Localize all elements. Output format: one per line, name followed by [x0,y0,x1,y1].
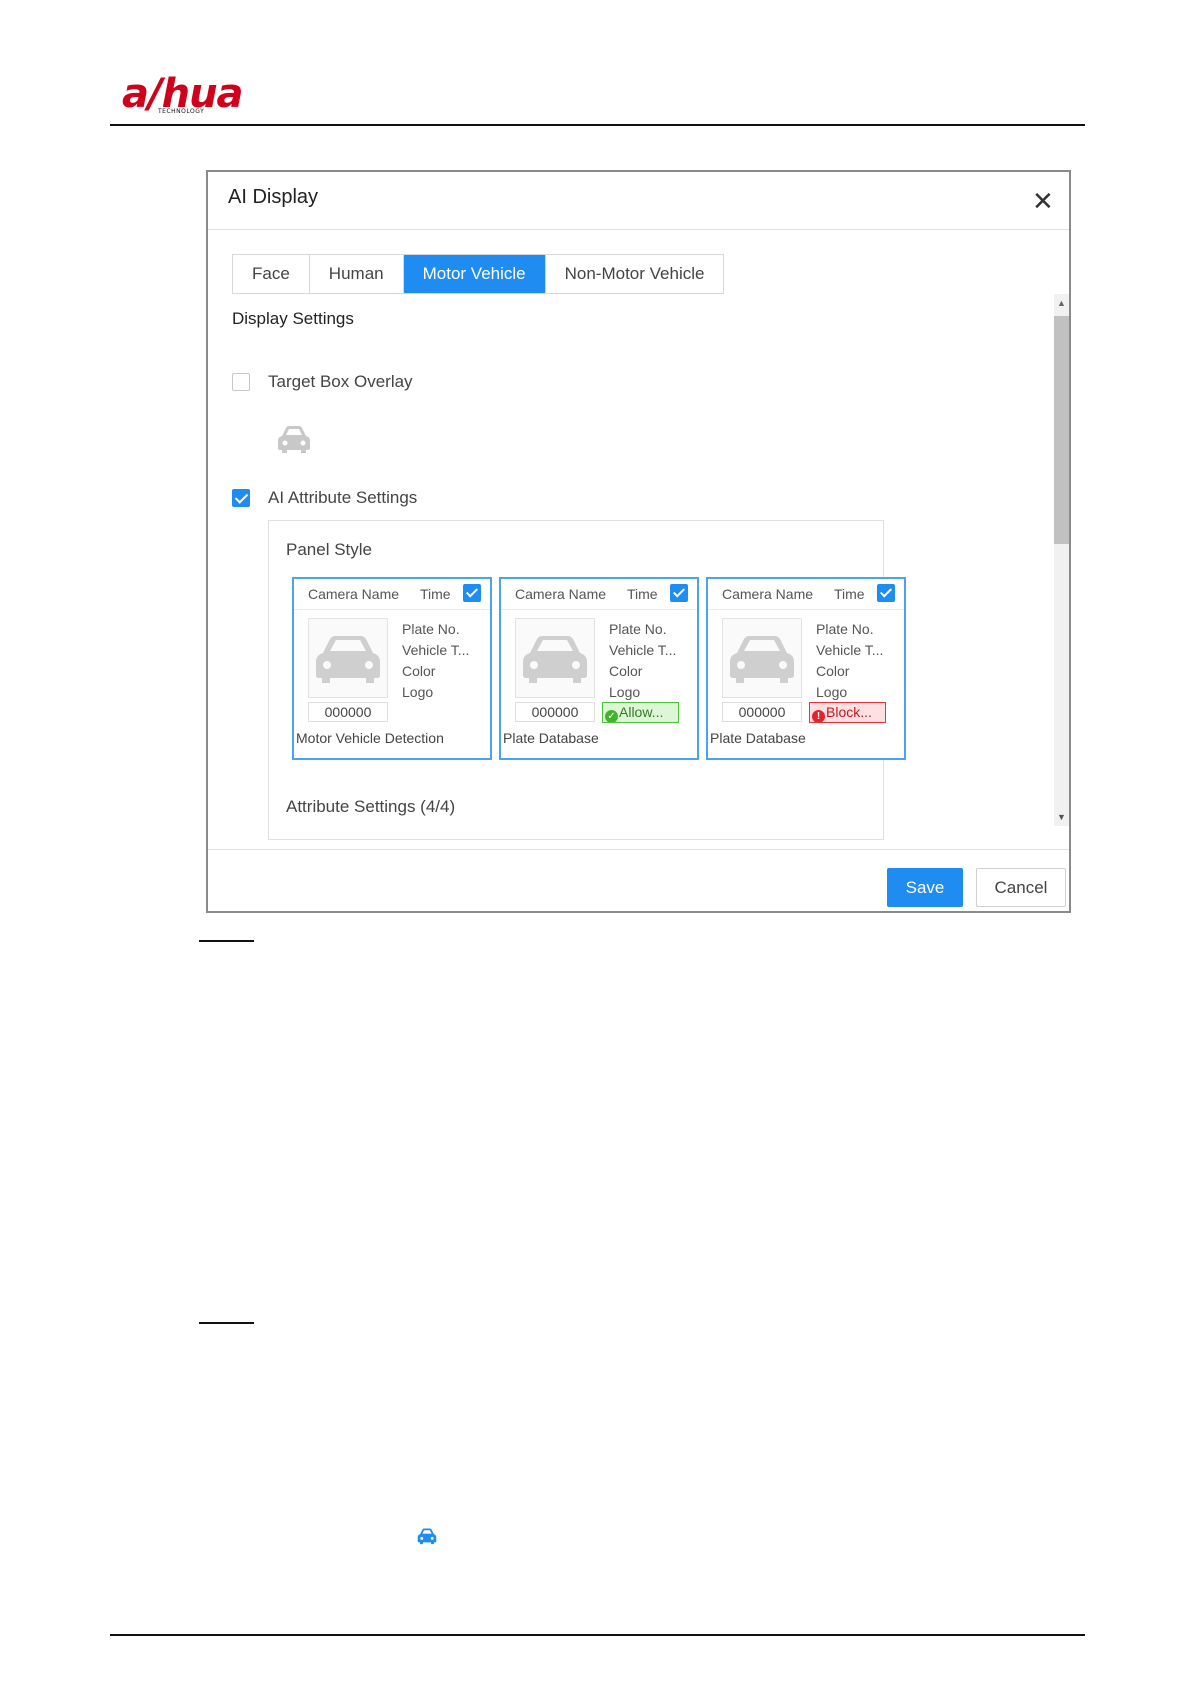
note-rule [199,1322,254,1324]
card-attr-vehicle-type: Vehicle T... [402,642,470,658]
card-divider [294,609,490,610]
tab-non-motor-vehicle[interactable]: Non-Motor Vehicle [546,255,724,293]
target-box-overlay-label: Target Box Overlay [268,372,413,391]
card-select-checkbox[interactable] [877,584,895,602]
card-attr-color: Color [609,663,643,679]
footer-rule [110,1634,1085,1636]
card-attr-logo: Logo [402,684,434,700]
card-select-checkbox[interactable] [463,584,481,602]
card-divider [708,609,904,610]
card-select-checkbox[interactable] [670,584,688,602]
panel-style-card-detection[interactable]: Camera Name Time Plate No. Vehicle T... … [292,577,492,760]
vehicle-thumbnail [722,618,802,698]
tab-human[interactable]: Human [310,255,404,293]
header-rule [110,124,1085,126]
scroll-down-icon[interactable]: ▼ [1057,812,1066,822]
allowlist-badge-text: Allow... [619,704,664,720]
close-icon[interactable]: ✕ [1032,188,1054,214]
attribute-settings-title: Attribute Settings (4/4) [286,797,456,816]
tab-bar: Face Human Motor Vehicle Non-Motor Vehic… [232,254,725,294]
card-attr-plate: Plate No. [402,621,460,637]
cancel-button[interactable]: Cancel [976,868,1066,907]
save-button[interactable]: Save [887,868,963,907]
card-plate-number: 000000 [722,702,802,722]
car-icon [417,1528,437,1545]
card-camera-name: Camera Name [308,586,400,602]
card-time: Time [420,586,451,602]
card-camera-name: Camera Name [515,586,607,602]
card-camera-name: Camera Name [722,586,814,602]
car-icon [278,426,310,453]
blocklist-badge-text: Block... [826,704,872,720]
ai-attribute-settings-checkbox[interactable] [232,489,250,507]
dialog-footer-divider [208,849,1069,850]
card-divider [501,609,697,610]
vehicle-thumbnail [308,618,388,698]
allowlist-badge: ✓ Allow... [602,702,679,723]
note-rule [199,940,254,942]
dialog-header-divider [208,229,1069,230]
alert-circle-icon: ! [812,710,825,722]
card-time: Time [834,586,865,602]
car-icon [316,636,380,683]
panel-style-card-blocklist[interactable]: Camera Name Time Plate No. Vehicle T... … [706,577,906,760]
scrollbar-thumb[interactable] [1054,316,1069,544]
ai-display-dialog: AI Display ✕ Face Human Motor Vehicle No… [206,170,1071,913]
card-plate-number: 000000 [515,702,595,722]
card-attr-logo: Logo [609,684,641,700]
scroll-up-icon[interactable]: ▲ [1057,298,1066,308]
car-icon [523,636,587,683]
panel-style-title: Panel Style [286,540,372,559]
card-footer-label: Plate Database [710,730,806,746]
panel-style-card-allowlist[interactable]: Camera Name Time Plate No. Vehicle T... … [499,577,699,760]
card-time: Time [627,586,658,602]
card-plate-number: 000000 [308,702,388,722]
display-settings-title: Display Settings [232,309,354,328]
card-attr-logo: Logo [816,684,848,700]
card-attr-vehicle-type: Vehicle T... [816,642,884,658]
car-icon [730,636,794,683]
tab-motor-vehicle[interactable]: Motor Vehicle [403,255,546,293]
card-attr-color: Color [816,663,850,679]
card-attr-plate: Plate No. [816,621,874,637]
dahua-logo: a/hua TECHNOLOGY [122,71,244,117]
ai-attribute-settings-label: AI Attribute Settings [268,488,418,507]
tab-face[interactable]: Face [233,255,310,293]
card-attr-color: Color [402,663,436,679]
dialog-title: AI Display [228,186,319,208]
check-circle-icon: ✓ [605,710,618,722]
card-attr-vehicle-type: Vehicle T... [609,642,677,658]
vehicle-thumbnail [515,618,595,698]
card-attr-plate: Plate No. [609,621,667,637]
card-footer-label: Plate Database [503,730,599,746]
blocklist-badge: ! Block... [809,702,886,723]
card-footer-label: Motor Vehicle Detection [296,730,444,746]
target-box-overlay-checkbox[interactable] [232,373,250,391]
